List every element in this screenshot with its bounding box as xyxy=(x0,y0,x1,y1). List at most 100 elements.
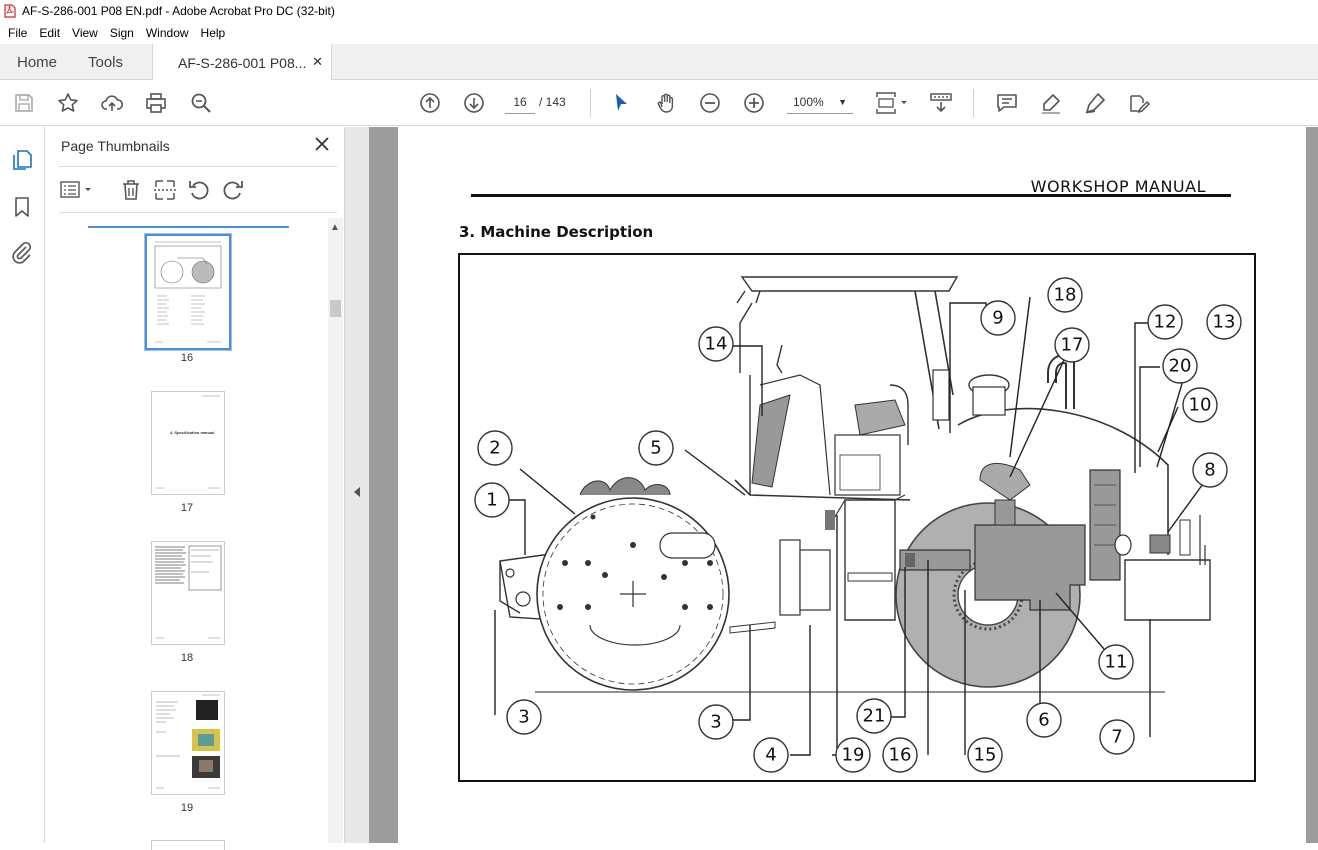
comment-icon[interactable] xyxy=(995,91,1019,115)
select-cursor-icon[interactable] xyxy=(609,91,633,115)
menu-window[interactable]: Window xyxy=(140,26,195,40)
star-icon[interactable] xyxy=(56,91,80,115)
svg-text:17: 17 xyxy=(1061,335,1084,356)
bookmark-icon[interactable] xyxy=(10,195,34,219)
thumbnail-page-18[interactable] xyxy=(151,541,225,645)
callout-18: 18 xyxy=(1047,277,1083,313)
callout-15: 15 xyxy=(967,737,1003,773)
callout-9: 9 xyxy=(980,300,1016,336)
collapse-arrow-icon xyxy=(354,487,360,497)
highlighter-icon[interactable] xyxy=(1039,91,1063,115)
callout-12: 12 xyxy=(1147,304,1183,340)
thumbnails-scrollbar[interactable]: ▲ xyxy=(328,218,343,843)
hand-tool-icon[interactable] xyxy=(654,91,678,115)
thumbnail-preview xyxy=(156,694,220,789)
save-icon[interactable] xyxy=(12,91,36,115)
previous-page-icon[interactable] xyxy=(418,91,442,115)
thumbnails-panel: Page Thumbnails 16 4. Specification manu… xyxy=(45,127,345,850)
fill-sign-icon[interactable] xyxy=(1127,91,1151,115)
extract-pages-icon[interactable] xyxy=(153,178,177,202)
callout-16: 16 xyxy=(882,737,918,773)
callout-2: 2 xyxy=(477,430,513,466)
close-tab-icon[interactable]: ✕ xyxy=(312,54,323,70)
callout-13: 13 xyxy=(1206,304,1242,340)
page-thumbnails-icon[interactable] xyxy=(10,148,34,172)
tab-tools[interactable]: Tools xyxy=(88,44,123,80)
panel-title: Page Thumbnails xyxy=(61,138,170,154)
menu-bar: File Edit View Sign Window Help xyxy=(0,22,1318,44)
zoom-value: 100% xyxy=(793,95,824,109)
callout-7: 7 xyxy=(1099,719,1135,755)
menu-help[interactable]: Help xyxy=(195,26,232,40)
upload-cloud-icon[interactable] xyxy=(100,91,124,115)
thumbnail-heading: 4. Specification manual xyxy=(170,430,215,435)
delete-page-icon[interactable] xyxy=(119,178,143,202)
thumbnail-page-19[interactable] xyxy=(151,691,225,795)
collapse-panel-handle[interactable] xyxy=(345,127,369,843)
scroll-up-icon[interactable]: ▲ xyxy=(330,222,340,233)
svg-text:3: 3 xyxy=(518,707,529,728)
svg-text:9: 9 xyxy=(992,308,1003,329)
tab-bar: Home Tools AF-S-286-001 P08... ✕ xyxy=(0,44,1318,81)
callout-10: 10 xyxy=(1182,387,1218,423)
toolbar-divider xyxy=(590,89,591,117)
document-margin xyxy=(1306,127,1318,843)
next-page-icon[interactable] xyxy=(462,91,486,115)
main-toolbar: 16 / 143 100% ▼ xyxy=(0,80,1318,126)
thumbnail-preview xyxy=(155,545,222,639)
callout-5: 5 xyxy=(638,430,674,466)
close-panel-icon[interactable] xyxy=(313,135,331,153)
draw-pen-icon[interactable] xyxy=(1083,91,1107,115)
zoom-search-icon[interactable] xyxy=(189,91,213,115)
tab-home[interactable]: Home xyxy=(17,44,57,80)
svg-text:14: 14 xyxy=(705,334,728,355)
rotate-clockwise-icon[interactable] xyxy=(221,178,245,202)
thumbnail-label: 18 xyxy=(180,652,194,664)
chevron-down-icon: ▼ xyxy=(838,97,847,107)
menu-edit[interactable]: Edit xyxy=(33,26,66,40)
scrollbar-thumb[interactable] xyxy=(330,300,341,317)
tab-document[interactable]: AF-S-286-001 P08... ✕ xyxy=(152,44,332,81)
svg-text:12: 12 xyxy=(1154,312,1177,333)
svg-text:20: 20 xyxy=(1169,356,1192,377)
callout-1: 1 xyxy=(474,482,510,518)
svg-text:13: 13 xyxy=(1213,312,1236,333)
thumbnail-page-17[interactable]: 4. Specification manual xyxy=(151,391,225,495)
section-title: 3. Machine Description xyxy=(459,223,654,241)
zoom-in-icon[interactable] xyxy=(742,91,766,115)
window-title: AF-S-286-001 P08 EN.pdf - Adobe Acrobat … xyxy=(22,4,335,18)
rotate-counterclockwise-icon[interactable] xyxy=(187,178,211,202)
zoom-out-icon[interactable] xyxy=(698,91,722,115)
callout-3a: 3 xyxy=(506,699,542,735)
scroll-mode-icon[interactable] xyxy=(929,91,953,115)
document-view[interactable]: WORKSHOP MANUAL 3. Machine Description 1… xyxy=(369,127,1318,843)
callout-3b: 3 xyxy=(698,704,734,740)
thumbnail-label: 19 xyxy=(180,802,194,814)
thumbnail-options-icon[interactable] xyxy=(59,178,97,202)
svg-text:4: 4 xyxy=(765,745,776,766)
svg-text:11: 11 xyxy=(1105,652,1128,673)
svg-text:16: 16 xyxy=(889,745,912,766)
menu-sign[interactable]: Sign xyxy=(104,26,140,40)
attachment-icon[interactable] xyxy=(10,240,34,264)
print-icon[interactable] xyxy=(144,91,168,115)
page-fit-icon[interactable] xyxy=(875,91,911,115)
menu-view[interactable]: View xyxy=(66,26,104,40)
tab-document-label: AF-S-286-001 P08... xyxy=(178,54,307,71)
callout-4: 4 xyxy=(753,737,789,773)
svg-text:3: 3 xyxy=(710,712,721,733)
header-rule xyxy=(471,194,1231,197)
callout-11: 11 xyxy=(1098,644,1134,680)
callout-6: 6 xyxy=(1026,702,1062,738)
svg-text:8: 8 xyxy=(1204,460,1215,481)
thumbnail-page-20[interactable] xyxy=(151,840,225,850)
svg-text:2: 2 xyxy=(489,438,500,459)
loading-progress-bar xyxy=(88,226,289,228)
roller-illustration: 1 2 3 3 4 5 6 7 8 9 10 11 12 13 14 15 16… xyxy=(474,276,1242,773)
toolbar-divider xyxy=(973,89,974,117)
machine-diagram: 1 2 3 3 4 5 6 7 8 9 10 11 12 13 14 15 16… xyxy=(458,253,1256,782)
page-number-input[interactable]: 16 xyxy=(505,90,535,114)
zoom-select[interactable]: 100% ▼ xyxy=(787,90,853,114)
menu-file[interactable]: File xyxy=(0,26,33,40)
thumbnail-page-16[interactable] xyxy=(144,233,232,351)
